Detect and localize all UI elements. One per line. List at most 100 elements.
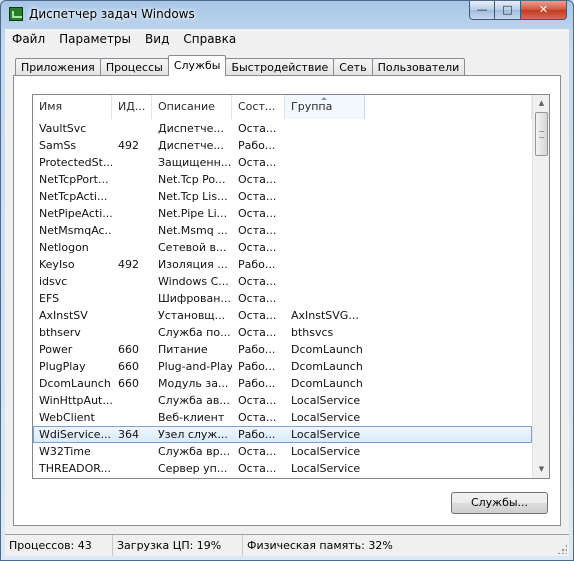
cell-description: Net.Tcp Lis...: [158, 190, 228, 203]
status-processes: Процессов: 43: [5, 535, 113, 556]
table-row[interactable]: SamSs 492 Диспетче... Рабо...: [33, 137, 532, 154]
cell-pid: 492: [118, 258, 139, 271]
table-row[interactable]: NetPipeActi... Net.Pipe Li... Оста...: [33, 205, 532, 222]
menu-options[interactable]: Параметры: [52, 29, 138, 49]
cell-group: [285, 290, 365, 307]
cell-group: [285, 120, 365, 137]
menu-view[interactable]: Вид: [138, 29, 176, 49]
cell-description: Узел служ...: [158, 428, 228, 441]
cell-status: Рабо...: [238, 360, 276, 373]
cell-group: LocalService: [291, 411, 361, 424]
services-panel: Имя ИД... Описание Сост... Группа VaultS…: [13, 75, 561, 526]
cell-status: Оста...: [238, 241, 277, 254]
cell-pid: [112, 188, 152, 205]
scroll-thumb[interactable]: [535, 112, 548, 156]
cell-description: Диспетче...: [158, 139, 224, 152]
cell-group: DcomLaunch: [291, 343, 363, 356]
cell-group: [285, 477, 365, 478]
close-button[interactable]: ✕: [521, 1, 567, 20]
table-row[interactable]: THREADOR... Сервер уп... Оста... LocalServi…: [33, 460, 532, 477]
cell-pid: [112, 205, 152, 222]
table-row[interactable]: VaultSvc Диспетче... Оста...: [33, 120, 532, 137]
title-bar[interactable]: Диспетчер задач Windows — □ ✕: [1, 1, 573, 29]
table-row[interactable]: WebClient Веб-клиент Оста... LocalService: [33, 409, 532, 426]
list-body: VaultSvc Диспетче... Оста... SamSs 492 Диспет…: [33, 120, 532, 478]
cell-name: KeyIso: [39, 258, 75, 271]
status-memory: Физическая память: 32%: [247, 539, 393, 552]
cell-pid: [112, 324, 152, 341]
menu-help[interactable]: Справка: [176, 29, 243, 49]
table-row[interactable]: EFS Шифрован... Оста...: [33, 290, 532, 307]
table-row[interactable]: idsvc Windows C... Оста...: [33, 273, 532, 290]
table-row[interactable]: ......: [33, 477, 532, 478]
resize-grip-icon[interactable]: [557, 544, 567, 554]
menu-file[interactable]: Файл: [5, 29, 52, 49]
table-row[interactable]: W32Time Служба вр... Оста... LocalService: [33, 443, 532, 460]
table-row[interactable]: WdiService... 364 Узел служ... Рабо... Local…: [33, 426, 532, 443]
tab-strip: Приложения Процессы Службы Быстродействи…: [15, 55, 466, 76]
table-row[interactable]: DcomLaunch 660 Модуль за... Рабо... DcomLaun…: [33, 375, 532, 392]
cell-description: Установщ...: [158, 309, 226, 322]
cell-description: Служба вр...: [158, 445, 231, 458]
cell-status: Оста...: [238, 326, 277, 339]
column-header-description[interactable]: Описание: [152, 95, 232, 119]
cell-group: DcomLaunch: [291, 360, 363, 373]
table-row[interactable]: ProtectedSt... Защищенн... Оста...: [33, 154, 532, 171]
column-header-filler: [365, 95, 532, 119]
sort-ascending-icon: [321, 97, 327, 100]
cell-pid: 660: [118, 343, 139, 356]
cell-description: Служба по...: [158, 326, 231, 339]
cell-name: THREADOR...: [39, 462, 111, 475]
cell-description: Диспетче...: [158, 122, 224, 135]
services-list[interactable]: Имя ИД... Описание Сост... Группа VaultS…: [32, 94, 550, 479]
cell-name: AxInstSV: [39, 309, 88, 322]
cell-pid: [112, 239, 152, 256]
cell-group: bthsvcs: [291, 326, 334, 339]
cell-group: [285, 273, 365, 290]
cell-status: Оста...: [238, 275, 277, 288]
tab-performance[interactable]: Быстродействие: [225, 58, 335, 76]
cell-name: idsvc: [39, 275, 68, 288]
table-row[interactable]: WinHttpAut... Служба ав... Оста... LocalSer…: [33, 392, 532, 409]
services-button[interactable]: Службы...: [451, 492, 548, 514]
cell-name: EFS: [39, 292, 60, 305]
cell-name: WdiService...: [39, 428, 112, 441]
cell-status: Оста...: [238, 445, 277, 458]
tab-processes[interactable]: Процессы: [99, 58, 169, 76]
column-header-status[interactable]: Сост...: [232, 95, 285, 119]
vertical-scrollbar[interactable]: ▲ ▼: [532, 95, 549, 478]
cell-description: Защищенн...: [158, 156, 232, 169]
table-row[interactable]: AxInstSV Установщ... Оста... AxInstSVG...: [33, 307, 532, 324]
cell-status: Оста...: [238, 173, 277, 186]
cell-description: Шифрован...: [158, 292, 231, 305]
table-row[interactable]: NetTcpActi... Net.Tcp Lis... Оста...: [33, 188, 532, 205]
table-row[interactable]: PlugPlay 660 Plug-and-Play Рабо... DcomLaunc…: [33, 358, 532, 375]
column-header-group[interactable]: Группа: [285, 95, 365, 119]
column-header-pid[interactable]: ИД...: [112, 95, 152, 119]
cell-pid: [112, 392, 152, 409]
tab-users[interactable]: Пользователи: [371, 58, 466, 76]
cell-status: Оста...: [238, 394, 277, 407]
minimize-button[interactable]: —: [469, 1, 495, 20]
table-row[interactable]: NetMsmqAc... Net.Msmq ... Оста...: [33, 222, 532, 239]
scroll-up-icon[interactable]: ▲: [533, 95, 549, 112]
scroll-down-icon[interactable]: ▼: [533, 461, 549, 478]
table-row[interactable]: Netlogon Сетевой в... Оста...: [33, 239, 532, 256]
table-row[interactable]: Power 660 Питание Рабо... DcomLaunch: [33, 341, 532, 358]
table-row[interactable]: NetTcpPort... Net.Tcp Po... Оста...: [33, 171, 532, 188]
table-row[interactable]: KeyIso 492 Изоляция ... Рабо...: [33, 256, 532, 273]
tab-applications[interactable]: Приложения: [15, 58, 101, 76]
cell-pid: [112, 222, 152, 239]
cell-pid: 660: [118, 377, 139, 390]
column-header-name[interactable]: Имя: [33, 95, 112, 119]
cell-description: Windows C...: [158, 275, 229, 288]
cell-pid: [112, 290, 152, 307]
table-row[interactable]: bthserv Служба по... Оста... bthsvcs: [33, 324, 532, 341]
task-manager-icon: [9, 7, 23, 21]
tab-networking[interactable]: Сеть: [333, 58, 373, 76]
tab-services[interactable]: Службы: [167, 55, 227, 76]
column-header-group-label: Группа: [291, 100, 333, 113]
menu-bar: Файл Параметры Вид Справка: [5, 29, 569, 49]
cell-group: DcomLaunch: [291, 377, 363, 390]
maximize-button[interactable]: □: [495, 1, 521, 20]
